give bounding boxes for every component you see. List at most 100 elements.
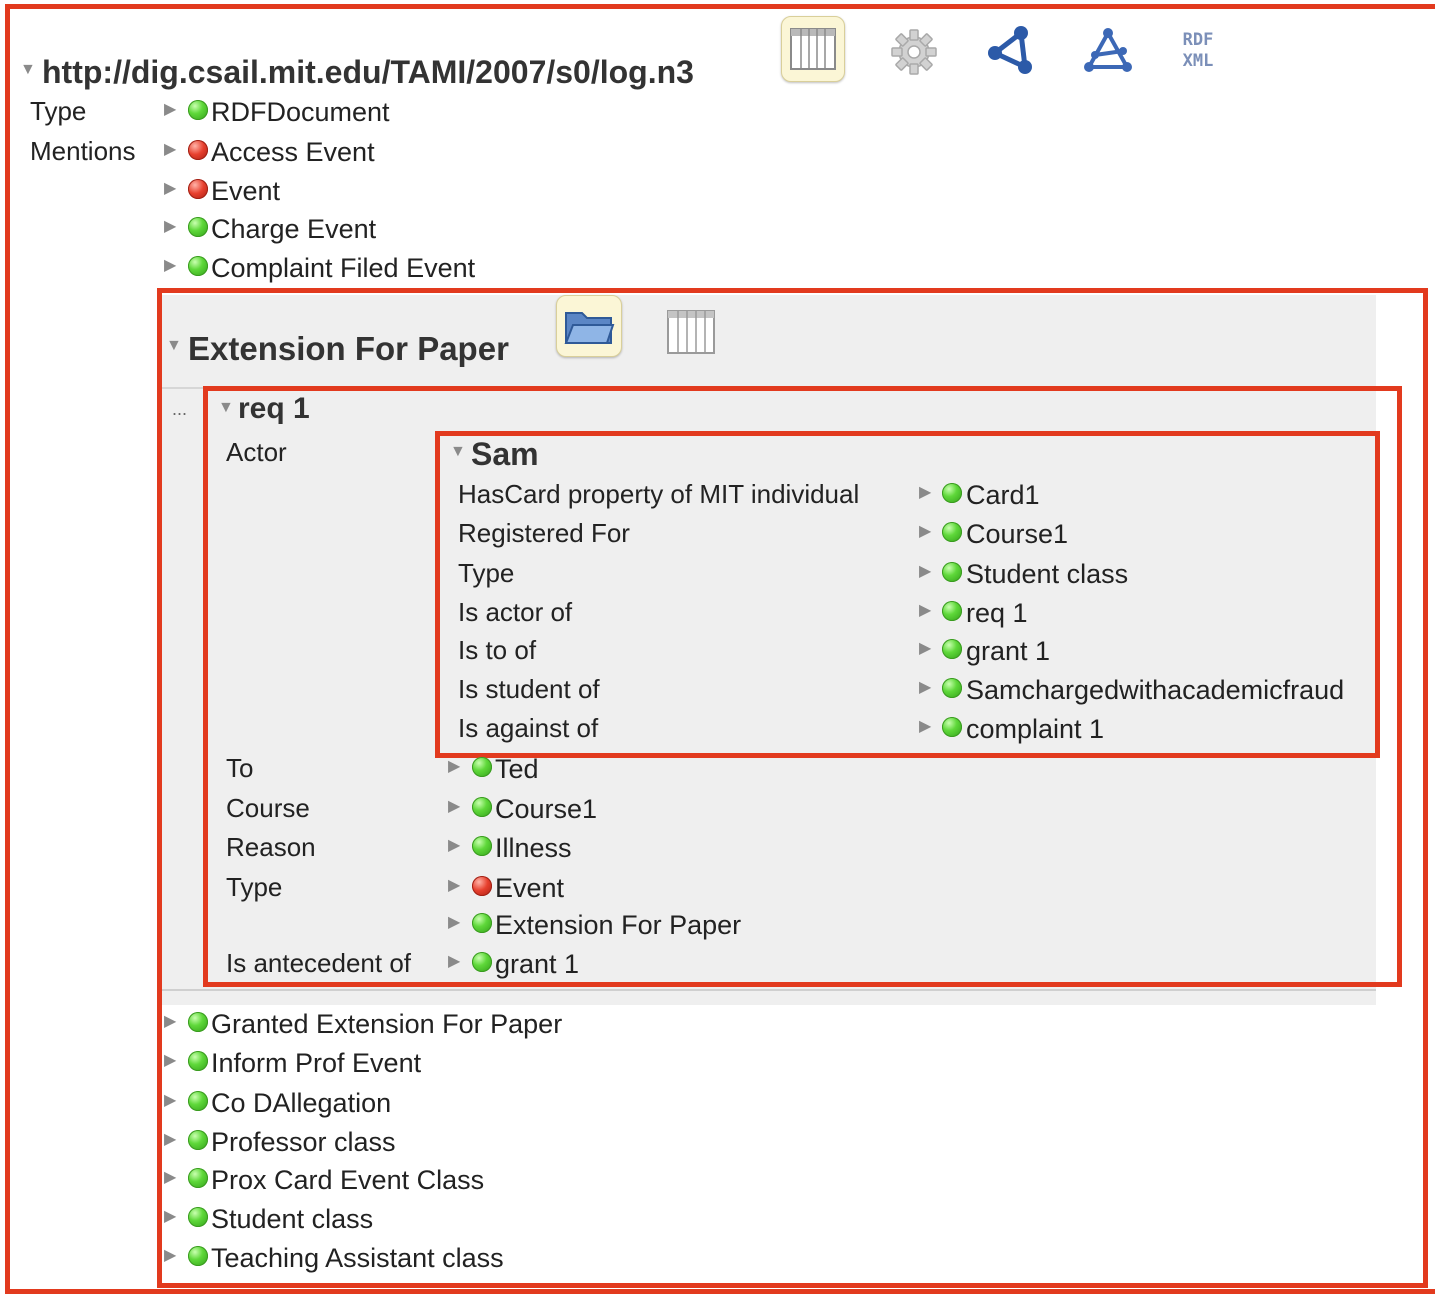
- status-dot-icon: [942, 483, 962, 503]
- value-link[interactable]: Professor class: [211, 1129, 396, 1156]
- collapse-triangle-icon[interactable]: ▼: [450, 444, 466, 460]
- table-view-button[interactable]: [662, 304, 720, 360]
- property-label-course: Course: [226, 793, 310, 823]
- sam-prop-label: Is actor of: [458, 597, 573, 627]
- value-link[interactable]: Student class: [966, 561, 1128, 588]
- expand-triangle-icon[interactable]: ▶: [164, 258, 176, 274]
- value-link[interactable]: Illness: [495, 835, 572, 862]
- tabulator-view-button[interactable]: [1080, 24, 1136, 80]
- expand-triangle-icon[interactable]: ▶: [919, 719, 931, 735]
- expand-triangle-icon[interactable]: ▶: [448, 759, 460, 775]
- status-dot-icon: [942, 717, 962, 737]
- status-dot-icon: [188, 100, 208, 120]
- value-link[interactable]: Event: [495, 875, 564, 902]
- value-link[interactable]: Prox Card Event Class: [211, 1167, 484, 1194]
- status-dot-icon: [942, 522, 962, 542]
- table-view-button[interactable]: [781, 16, 845, 82]
- collapse-triangle-icon[interactable]: ▼: [218, 400, 234, 416]
- status-dot-icon: [188, 1207, 208, 1227]
- expand-triangle-icon[interactable]: ▶: [164, 102, 176, 118]
- expand-triangle-icon[interactable]: ▶: [164, 1248, 176, 1264]
- value-link[interactable]: grant 1: [495, 951, 579, 978]
- expand-triangle-icon[interactable]: ▶: [448, 915, 460, 931]
- expand-triangle-icon[interactable]: ▶: [164, 1132, 176, 1148]
- status-dot-icon: [942, 562, 962, 582]
- status-dot-icon: [188, 256, 208, 276]
- status-dot-icon: [472, 757, 492, 777]
- expand-triangle-icon[interactable]: ▶: [164, 1053, 176, 1069]
- graph-icon: [988, 26, 1032, 74]
- value-link[interactable]: Card1: [966, 482, 1040, 509]
- property-label-type: Type: [30, 96, 87, 126]
- property-label-to: To: [226, 753, 254, 783]
- expand-triangle-icon[interactable]: ▶: [919, 680, 931, 696]
- value-link[interactable]: Ted: [495, 756, 539, 783]
- document-url[interactable]: http://dig.csail.mit.edu/TAMI/2007/s0/lo…: [42, 56, 694, 88]
- extension-title[interactable]: Extension For Paper: [188, 332, 509, 365]
- value-link[interactable]: Complaint Filed Event: [211, 255, 475, 282]
- value-link[interactable]: Access Event: [211, 139, 375, 166]
- property-label-mentions: Mentions: [30, 136, 136, 166]
- folder-view-button[interactable]: [556, 295, 622, 357]
- collapse-triangle-icon[interactable]: ▼: [20, 62, 36, 78]
- value-link[interactable]: Charge Event: [211, 216, 376, 243]
- expand-triangle-icon[interactable]: ▶: [164, 181, 176, 197]
- value-link[interactable]: complaint 1: [966, 716, 1104, 743]
- sam-prop-label: Registered For: [458, 518, 630, 548]
- gear-icon: [891, 29, 937, 75]
- status-dot-icon: [188, 179, 208, 199]
- expand-triangle-icon[interactable]: ▶: [919, 564, 931, 580]
- sam-prop-label: Type: [458, 558, 515, 588]
- expand-triangle-icon[interactable]: ▶: [919, 603, 931, 619]
- value-link[interactable]: Teaching Assistant class: [211, 1245, 504, 1272]
- status-dot-icon: [188, 1130, 208, 1150]
- expand-triangle-icon[interactable]: ▶: [164, 1014, 176, 1030]
- expand-triangle-icon[interactable]: ▶: [164, 142, 176, 158]
- value-link[interactable]: Granted Extension For Paper: [211, 1011, 562, 1038]
- expand-triangle-icon[interactable]: ▶: [919, 485, 931, 501]
- value-link[interactable]: Course1: [966, 521, 1068, 548]
- sam-prop-label: Is against of: [458, 713, 599, 743]
- expand-triangle-icon[interactable]: ▶: [919, 524, 931, 540]
- graph-view-button[interactable]: [982, 20, 1042, 80]
- rdf-xml-icon: RDF XML: [1183, 30, 1214, 73]
- expand-triangle-icon[interactable]: ▶: [448, 878, 460, 894]
- value-link[interactable]: Inform Prof Event: [211, 1050, 421, 1077]
- expand-triangle-icon[interactable]: ▶: [448, 799, 460, 815]
- value-link[interactable]: Extension For Paper: [495, 912, 741, 939]
- value-link[interactable]: req 1: [966, 600, 1028, 627]
- value-link[interactable]: Course1: [495, 796, 597, 823]
- property-label-actor: Actor: [226, 437, 287, 467]
- status-dot-icon: [472, 836, 492, 856]
- expand-triangle-icon[interactable]: ▶: [164, 1093, 176, 1109]
- status-dot-icon: [472, 913, 492, 933]
- ellipsis-handle[interactable]: ...: [172, 400, 187, 418]
- status-dot-icon: [188, 1246, 208, 1266]
- expand-triangle-icon[interactable]: ▶: [448, 954, 460, 970]
- rdf-xml-button[interactable]: RDF XML: [1172, 26, 1224, 76]
- property-label-type: Type: [226, 872, 283, 902]
- settings-button[interactable]: [886, 24, 942, 80]
- expand-triangle-icon[interactable]: ▶: [919, 641, 931, 657]
- value-link[interactable]: Co DAllegation: [211, 1090, 391, 1117]
- value-link[interactable]: grant 1: [966, 638, 1050, 665]
- sam-title[interactable]: Sam: [471, 438, 539, 470]
- table-view-icon: [667, 310, 715, 354]
- xml-label: XML: [1182, 51, 1214, 71]
- value-link[interactable]: Event: [211, 178, 280, 205]
- status-dot-icon: [188, 1168, 208, 1188]
- value-link[interactable]: Samchargedwithacademicfraud: [966, 677, 1344, 704]
- property-label-reason: Reason: [226, 832, 316, 862]
- table-view-icon: [790, 28, 836, 70]
- collapse-triangle-icon[interactable]: ▼: [166, 338, 182, 354]
- status-dot-icon: [188, 1012, 208, 1032]
- value-link[interactable]: RDFDocument: [211, 99, 390, 126]
- req-title[interactable]: req 1: [238, 394, 310, 424]
- expand-triangle-icon[interactable]: ▶: [164, 1209, 176, 1225]
- tabulator-icon: [1084, 28, 1132, 72]
- rdf-label: RDF: [1182, 29, 1214, 50]
- expand-triangle-icon[interactable]: ▶: [448, 838, 460, 854]
- value-link[interactable]: Student class: [211, 1206, 373, 1233]
- expand-triangle-icon[interactable]: ▶: [164, 219, 176, 235]
- expand-triangle-icon[interactable]: ▶: [164, 1170, 176, 1186]
